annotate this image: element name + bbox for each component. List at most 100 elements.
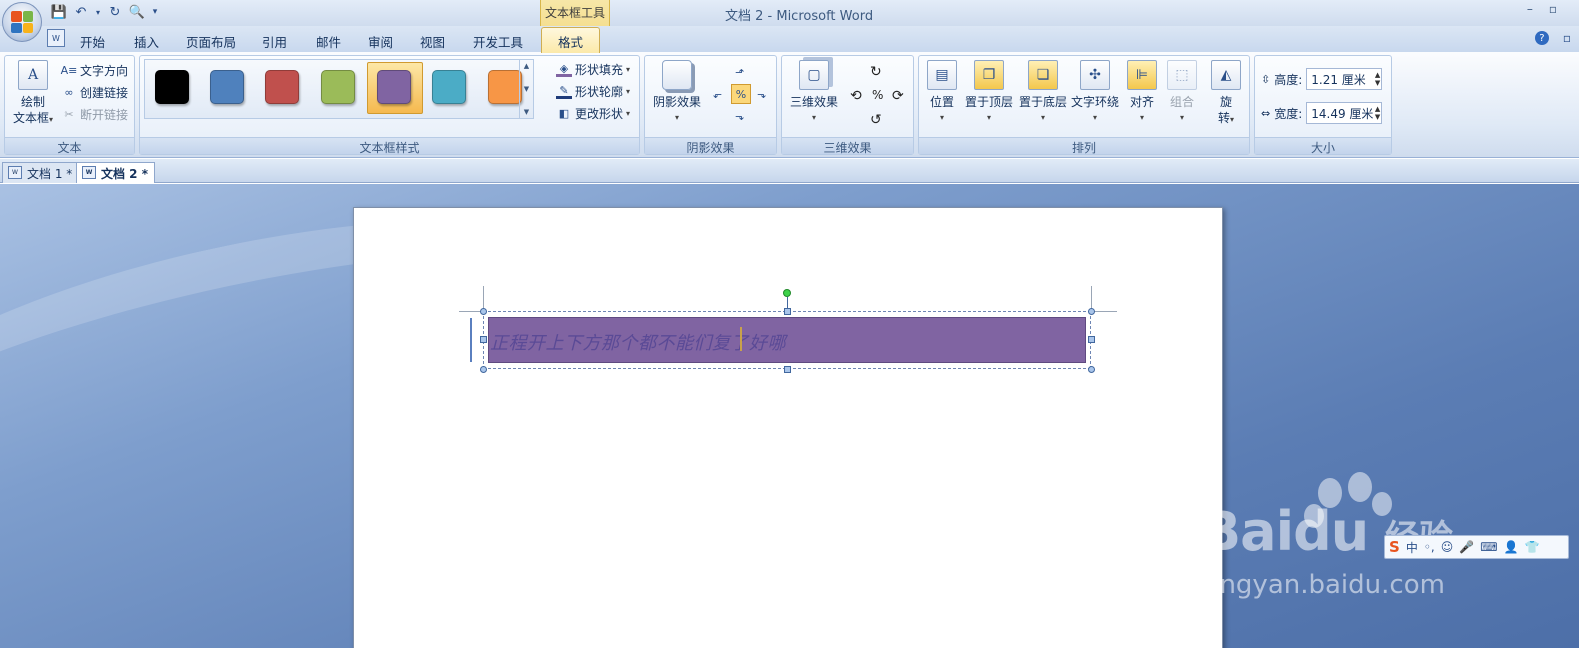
paw-icon — [1348, 472, 1372, 502]
group-button[interactable]: ⬚ 组合 ▾ — [1165, 60, 1199, 126]
redo-icon[interactable]: ↻ — [106, 3, 124, 21]
document-tab-2[interactable]: W 文档 2 * — [76, 162, 155, 183]
gallery-scrollbar[interactable]: ▲ ▼ ▼ — [519, 60, 533, 118]
office-logo-icon — [11, 11, 33, 33]
style-swatch-orange[interactable] — [488, 70, 522, 104]
height-input[interactable] — [1306, 68, 1383, 90]
height-icon: ⇳ — [1261, 72, 1271, 86]
ime-mode[interactable]: 中 — [1406, 539, 1418, 556]
shadow-toggle-icon[interactable]: % — [731, 84, 751, 104]
document-page[interactable] — [353, 207, 1223, 648]
keyboard-icon[interactable]: ⌨ — [1480, 540, 1497, 554]
height-spinner-icon[interactable]: ▲ ▼ — [1375, 71, 1380, 87]
watermark-brand: Baidu — [1200, 500, 1369, 563]
three-d-toggle-icon[interactable]: % — [872, 88, 883, 102]
tab-view[interactable]: 视图 — [420, 32, 445, 51]
help-icon[interactable]: ? — [1534, 31, 1549, 45]
nudge-down-icon[interactable]: ⬎ — [735, 110, 744, 123]
width-spinner-icon[interactable]: ▲ ▼ — [1375, 105, 1380, 121]
gallery-up-icon[interactable]: ▲ — [524, 62, 529, 70]
tab-insert[interactable]: 插入 — [134, 32, 159, 51]
text-wrap-button[interactable]: ✣ 文字环绕 ▾ — [1069, 60, 1121, 126]
bring-to-front-icon: ❐ — [974, 60, 1004, 90]
draw-textbox-button[interactable]: A 绘制 文本框▾ — [9, 60, 57, 128]
window-controls: – ▫ — [1527, 2, 1573, 16]
resize-handle-bottom[interactable] — [784, 366, 791, 373]
rotation-handle[interactable] — [783, 289, 791, 297]
text-direction-button[interactable]: A≡ 文字方向 — [61, 62, 128, 79]
nudge-right-icon[interactable]: ⬎ — [757, 88, 766, 101]
word-document-icon[interactable]: W — [47, 29, 65, 47]
rotate-icon: ◭ — [1211, 60, 1241, 90]
text-direction-icon: A≡ — [60, 64, 78, 77]
minimize-icon[interactable]: – — [1527, 2, 1533, 16]
shape-outline-button[interactable]: ✎ 形状轮廓 ▾ — [556, 83, 630, 100]
style-swatch-green[interactable] — [321, 70, 355, 104]
gallery-more-icon[interactable]: ▼ — [524, 108, 529, 116]
tab-home[interactable]: 开始 — [80, 32, 105, 51]
print-preview-icon[interactable]: 🔍 — [128, 3, 146, 21]
punctuation-icon[interactable]: ◦, — [1424, 540, 1435, 554]
resize-handle-right[interactable] — [1088, 336, 1095, 343]
document-tab-1[interactable]: W 文档 1 * — [2, 162, 80, 183]
send-to-back-button[interactable]: ❏ 置于底层 ▾ — [1017, 60, 1069, 126]
tab-page-layout[interactable]: 页面布局 — [186, 32, 236, 51]
resize-handle-top[interactable] — [784, 308, 791, 315]
tab-format[interactable]: 格式 — [541, 27, 601, 53]
fullwidth-icon[interactable]: ☺ — [1441, 540, 1454, 554]
style-swatch-purple[interactable] — [377, 70, 411, 104]
document-icon: W — [8, 166, 22, 179]
create-link-button[interactable]: ∞ 创建链接 — [61, 84, 128, 101]
style-swatch-black[interactable] — [155, 70, 189, 104]
tab-developer[interactable]: 开发工具 — [473, 32, 523, 51]
style-swatch-blue[interactable] — [210, 70, 244, 104]
resize-handle-bottom-left[interactable] — [480, 366, 487, 373]
arrange-group: ▤ 位置 ▾ ❐ 置于顶层 ▾ ❏ 置于底层 ▾ ✣ 文字环绕 ▾ ⊫ 对齐 ▾… — [918, 55, 1250, 155]
shadow-group-label: 阴影效果 — [645, 137, 776, 155]
maximize-icon[interactable]: ▫ — [1549, 2, 1557, 16]
sogou-logo-icon[interactable]: S — [1389, 538, 1400, 556]
tab-mailings[interactable]: 邮件 — [316, 32, 341, 51]
text-group-label: 文本 — [5, 137, 134, 155]
width-input[interactable] — [1306, 102, 1383, 124]
gallery-down-icon[interactable]: ▼ — [524, 85, 529, 93]
nudge-left-icon[interactable]: ⬐ — [713, 88, 722, 101]
change-shape-button[interactable]: ◧ 更改形状 ▾ — [556, 105, 630, 122]
bring-to-front-button[interactable]: ❐ 置于顶层 ▾ — [963, 60, 1015, 126]
nudge-up-icon[interactable]: ⬏ — [735, 66, 744, 79]
break-link-button[interactable]: ✂ 断开链接 — [61, 106, 128, 123]
position-button[interactable]: ▤ 位置 ▾ — [925, 60, 959, 126]
tab-review[interactable]: 审阅 — [368, 32, 393, 51]
align-button[interactable]: ⊫ 对齐 ▾ — [1125, 60, 1159, 126]
undo-dropdown-icon[interactable]: ▾ — [94, 3, 102, 21]
shape-fill-button[interactable]: ◈ 形状填充 ▾ — [556, 61, 630, 78]
selected-textbox[interactable]: 正程开上下方那个都不能们复了好哪 — [483, 311, 1091, 369]
arrange-group-label: 排列 — [919, 137, 1249, 155]
rotate-button[interactable]: ◭ 旋 转▾ — [1209, 60, 1243, 128]
link-icon: ∞ — [64, 86, 74, 99]
style-swatch-red[interactable] — [265, 70, 299, 104]
shadow-effects-group: 阴影效果 ▾ ⬏ ⬐ % ⬎ ⬎ 阴影效果 — [644, 55, 777, 155]
resize-handle-top-left[interactable] — [480, 308, 487, 315]
undo-icon[interactable]: ↶ — [72, 3, 90, 21]
resize-handle-bottom-right[interactable] — [1088, 366, 1095, 373]
save-icon[interactable]: 💾 — [50, 3, 68, 21]
user-icon[interactable]: 👤 — [1504, 540, 1519, 554]
shadow-effects-button[interactable]: 阴影效果 ▾ — [649, 60, 705, 126]
skin-icon[interactable]: 👕 — [1524, 540, 1539, 554]
tilt-right-icon[interactable]: ⟳ — [892, 88, 904, 104]
tilt-down-icon[interactable]: ↺ — [870, 112, 882, 128]
style-swatch-aqua[interactable] — [432, 70, 466, 104]
ribbon: A 绘制 文本框▾ A≡ 文字方向 ∞ 创建链接 ✂ 断开链接 文本 ▲ ▼ ▼… — [0, 52, 1579, 158]
width-control: ⇔ 宽度: ▲▼ — [1261, 102, 1383, 124]
resize-handle-left[interactable] — [480, 336, 487, 343]
restore-document-icon[interactable]: ▫ — [1563, 31, 1571, 45]
tilt-up-icon[interactable]: ↻ — [870, 64, 882, 80]
three-d-effects-button[interactable]: ▢ 三维效果 ▾ — [786, 60, 842, 126]
resize-handle-top-right[interactable] — [1088, 308, 1095, 315]
tilt-left-icon[interactable]: ⟲ — [850, 88, 862, 104]
microphone-icon[interactable]: 🎤 — [1459, 540, 1474, 554]
customize-qat-icon[interactable]: ▾ — [150, 3, 160, 21]
tab-references[interactable]: 引用 — [262, 32, 287, 51]
office-button[interactable] — [2, 2, 42, 42]
